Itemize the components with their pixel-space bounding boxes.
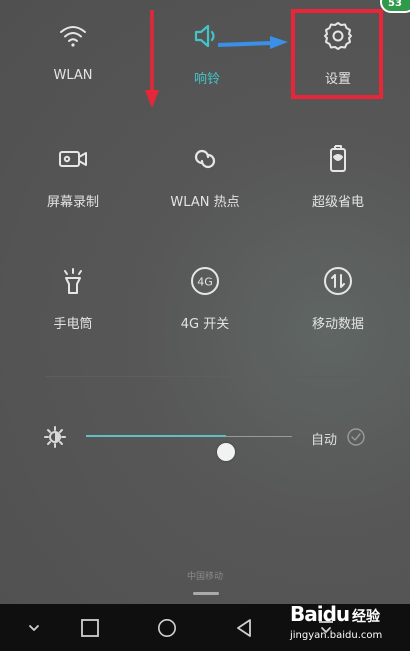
tile-screen-record[interactable]: 屏幕录制 [18,141,128,221]
auto-brightness-label: 自动 [311,433,338,448]
tile-ringer[interactable]: 响铃 [152,18,262,98]
tile-wlan[interactable]: WLAN [18,18,128,98]
tile-hotspot[interactable]: WLAN 热点 [150,141,260,221]
watermark-logo: Baidu [290,602,350,626]
svg-text:4G: 4G [197,276,213,289]
tile-super-power-saving[interactable]: 超级省电 [283,141,393,221]
carrier-label: 中国移动 [186,572,223,582]
tile-mobile-data[interactable]: 移动数据 [283,263,393,343]
recent-apps-button[interactable] [80,618,100,638]
brightness-slider-fill [86,435,227,437]
tile-label: 超级省电 [311,195,364,210]
battery-saver-icon [320,141,356,177]
tile-label: WLAN 热点 [170,195,240,210]
auto-brightness-checkbox[interactable] [346,427,366,447]
quick-settings-panel: WLAN 响铃 设置 屏幕录制 WLAN 热点 超级省电 手电筒 4G 4G 开… [0,0,410,604]
settings-highlight-box [291,9,383,99]
home-button[interactable] [157,618,177,638]
watermark-sub: 经验 [352,609,380,625]
tile-label: 手电筒 [53,317,93,332]
brightness-row: 自动 [0,420,410,461]
notification-badge: 53 [380,0,410,13]
watermark-url: jingyan.baidu.com [290,630,383,641]
hotspot-icon [187,141,223,177]
tile-label: 屏幕录制 [46,195,99,210]
speaker-icon [189,18,225,54]
mobile-data-icon [320,263,356,299]
brightness-slider-thumb[interactable] [217,443,236,461]
tile-label: 响铃 [193,72,220,87]
tile-flashlight[interactable]: 手电筒 [18,263,128,343]
drag-handle[interactable] [193,592,219,595]
divider [46,376,366,377]
chevron-down-icon[interactable] [24,618,44,638]
tile-label: 移动数据 [311,317,364,332]
screen-record-icon [55,141,91,177]
flashlight-icon [55,263,91,299]
tile-label: 4G 开关 [180,317,230,332]
brightness-slider[interactable] [86,435,292,461]
4g-icon: 4G [187,263,223,299]
tile-label: WLAN [53,68,93,83]
back-button[interactable] [234,618,254,638]
wifi-icon [55,18,91,54]
tile-4g-switch[interactable]: 4G 4G 开关 [150,263,260,343]
baidu-jingyan-watermark: Baidu 经验 jingyan.baidu.com [290,598,408,648]
brightness-icon [44,426,66,448]
